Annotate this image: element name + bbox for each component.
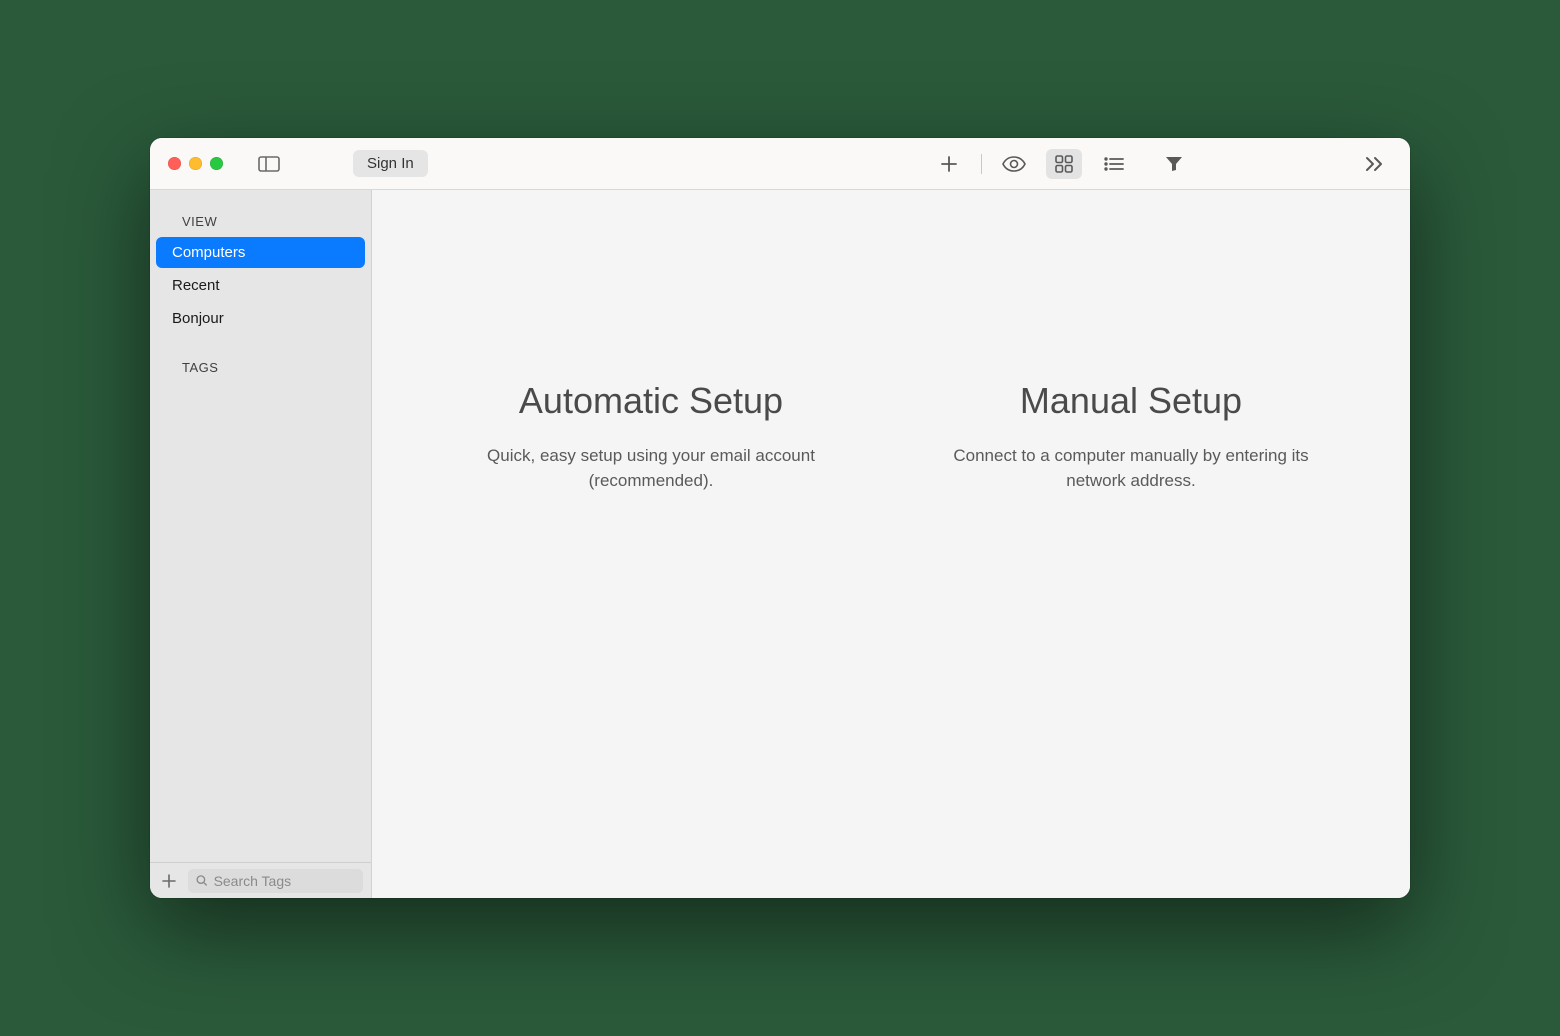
fullscreen-window-button[interactable] — [210, 157, 223, 170]
app-window: Sign In — [150, 138, 1410, 898]
overflow-button[interactable] — [1356, 149, 1392, 179]
list-icon — [1104, 157, 1124, 171]
manual-setup-description: Connect to a computer manually by enteri… — [931, 444, 1331, 493]
sidebar-footer — [150, 862, 371, 898]
sidebar-icon — [258, 156, 280, 172]
add-button[interactable] — [931, 149, 967, 179]
automatic-setup-description: Quick, easy setup using your email accou… — [451, 444, 851, 493]
automatic-setup-option[interactable]: Automatic Setup Quick, easy setup using … — [451, 380, 851, 493]
window-body: VIEW Computers Recent Bonjour TAGS — [150, 190, 1410, 898]
sidebar-item-bonjour[interactable]: Bonjour — [156, 303, 365, 334]
sign-in-button[interactable]: Sign In — [353, 150, 428, 177]
titlebar: Sign In — [150, 138, 1410, 190]
plus-icon — [162, 874, 176, 888]
funnel-icon — [1165, 156, 1183, 172]
sidebar-item-computers[interactable]: Computers — [156, 237, 365, 268]
sidebar: VIEW Computers Recent Bonjour TAGS — [150, 190, 372, 898]
sidebar-item-recent[interactable]: Recent — [156, 270, 365, 301]
list-view-button[interactable] — [1096, 149, 1132, 179]
add-tag-button[interactable] — [158, 870, 180, 892]
sidebar-section-view: VIEW — [150, 208, 371, 235]
sidebar-content: VIEW Computers Recent Bonjour TAGS — [150, 190, 371, 862]
main-content: Automatic Setup Quick, easy setup using … — [372, 190, 1410, 898]
minimize-window-button[interactable] — [189, 157, 202, 170]
sidebar-section-tags: TAGS — [150, 354, 371, 381]
chevron-double-right-icon — [1364, 156, 1384, 172]
window-controls — [168, 157, 223, 170]
sidebar-toggle-button[interactable] — [255, 150, 283, 178]
close-window-button[interactable] — [168, 157, 181, 170]
plus-icon — [940, 155, 958, 173]
manual-setup-title: Manual Setup — [931, 380, 1331, 422]
search-tags-field[interactable] — [188, 869, 363, 893]
manual-setup-option[interactable]: Manual Setup Connect to a computer manua… — [931, 380, 1331, 493]
eye-icon — [1002, 156, 1026, 172]
filter-button[interactable] — [1156, 149, 1192, 179]
grid-icon — [1055, 155, 1073, 173]
observe-button[interactable] — [996, 149, 1032, 179]
automatic-setup-title: Automatic Setup — [451, 380, 851, 422]
search-tags-input[interactable] — [214, 873, 355, 889]
toolbar-right — [931, 149, 1392, 179]
search-icon — [196, 874, 208, 887]
grid-view-button[interactable] — [1046, 149, 1082, 179]
toolbar-divider — [981, 154, 982, 174]
